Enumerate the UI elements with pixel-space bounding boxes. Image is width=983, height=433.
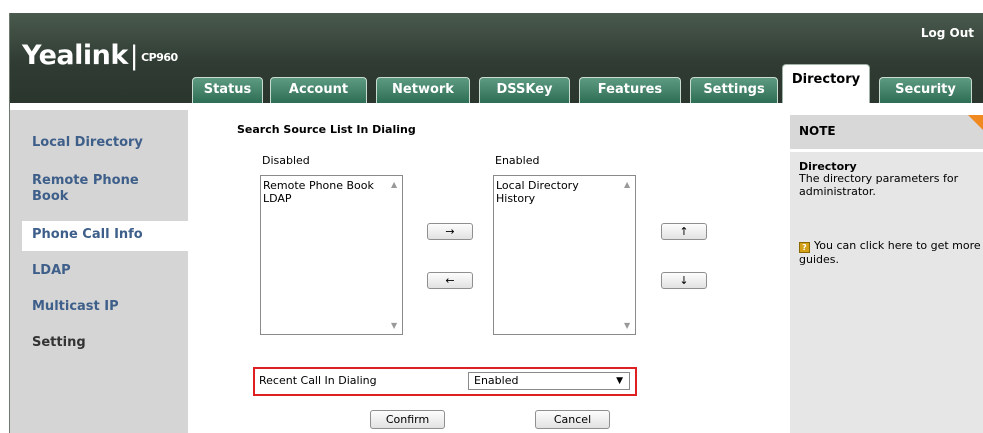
recent-call-value: Enabled	[474, 374, 519, 387]
list-item[interactable]: History	[496, 192, 633, 205]
list-item[interactable]: LDAP	[263, 192, 400, 205]
brand-name: Yealink	[22, 40, 128, 71]
sidebar-item-remote-phone-book[interactable]: Remote Phone Book	[32, 173, 162, 205]
confirm-button[interactable]: Confirm	[370, 410, 445, 429]
sidebar-item-local-directory[interactable]: Local Directory	[32, 135, 143, 151]
logo-separator: |	[129, 41, 139, 71]
note-corner-accent	[968, 115, 983, 131]
disabled-list-label: Disabled	[262, 154, 310, 167]
model-name: CP960	[141, 51, 178, 64]
sidebar-item-setting[interactable]: Setting	[32, 335, 86, 351]
tab-status[interactable]: Status	[192, 77, 263, 103]
scroll-up-icon[interactable]: ▲	[391, 178, 397, 191]
tab-directory[interactable]: Directory	[782, 64, 870, 104]
header-bottom-strip	[10, 103, 983, 110]
brand-logo: Yealink| CP960	[22, 40, 178, 71]
guide-link[interactable]: ? You can click here to get more guides.	[799, 239, 981, 267]
tab-dsskey[interactable]: DSSKey	[479, 77, 570, 103]
sidebar-item-multicast-ip[interactable]: Multicast IP	[32, 299, 119, 315]
scroll-down-icon[interactable]: ▼	[624, 319, 630, 332]
chevron-down-icon: ▼	[616, 376, 623, 386]
move-left-button[interactable]: ←	[427, 272, 473, 289]
sidebar-item-ldap[interactable]: LDAP	[32, 263, 71, 279]
move-up-button[interactable]: ↑	[661, 223, 707, 240]
move-right-button[interactable]: →	[427, 223, 473, 240]
section-title: Search Source List In Dialing	[237, 123, 416, 136]
tab-security[interactable]: Security	[879, 77, 972, 103]
tab-settings[interactable]: Settings	[690, 77, 778, 103]
enabled-list-label: Enabled	[495, 154, 540, 167]
list-item[interactable]: Remote Phone Book	[263, 179, 400, 192]
enabled-list-scrollbar[interactable]: ▲ ▼	[620, 176, 635, 334]
tab-network[interactable]: Network	[376, 77, 470, 103]
guide-text[interactable]: You can click here to get more guides.	[799, 239, 981, 266]
tab-account[interactable]: Account	[270, 77, 367, 103]
sidebar-item-phone-call-info[interactable]: Phone Call Info	[32, 227, 143, 243]
scroll-down-icon[interactable]: ▼	[391, 319, 397, 332]
note-title: NOTE	[799, 124, 836, 138]
note-text: The directory parameters for administrat…	[799, 172, 959, 198]
disabled-list-scrollbar[interactable]: ▲ ▼	[387, 176, 402, 334]
tab-features[interactable]: Features	[579, 77, 681, 103]
help-icon: ?	[799, 242, 810, 253]
enabled-listbox[interactable]: Local Directory History ▲ ▼	[493, 175, 636, 335]
disabled-listbox[interactable]: Remote Phone Book LDAP ▲ ▼	[260, 175, 403, 335]
scroll-up-icon[interactable]: ▲	[624, 178, 630, 191]
logout-link[interactable]: Log Out	[921, 26, 974, 40]
cancel-button[interactable]: Cancel	[535, 410, 610, 429]
recent-call-select[interactable]: Enabled ▼	[468, 372, 630, 390]
move-down-button[interactable]: ↓	[661, 272, 707, 289]
recent-call-label: Recent Call In Dialing	[259, 374, 377, 387]
list-item[interactable]: Local Directory	[496, 179, 633, 192]
